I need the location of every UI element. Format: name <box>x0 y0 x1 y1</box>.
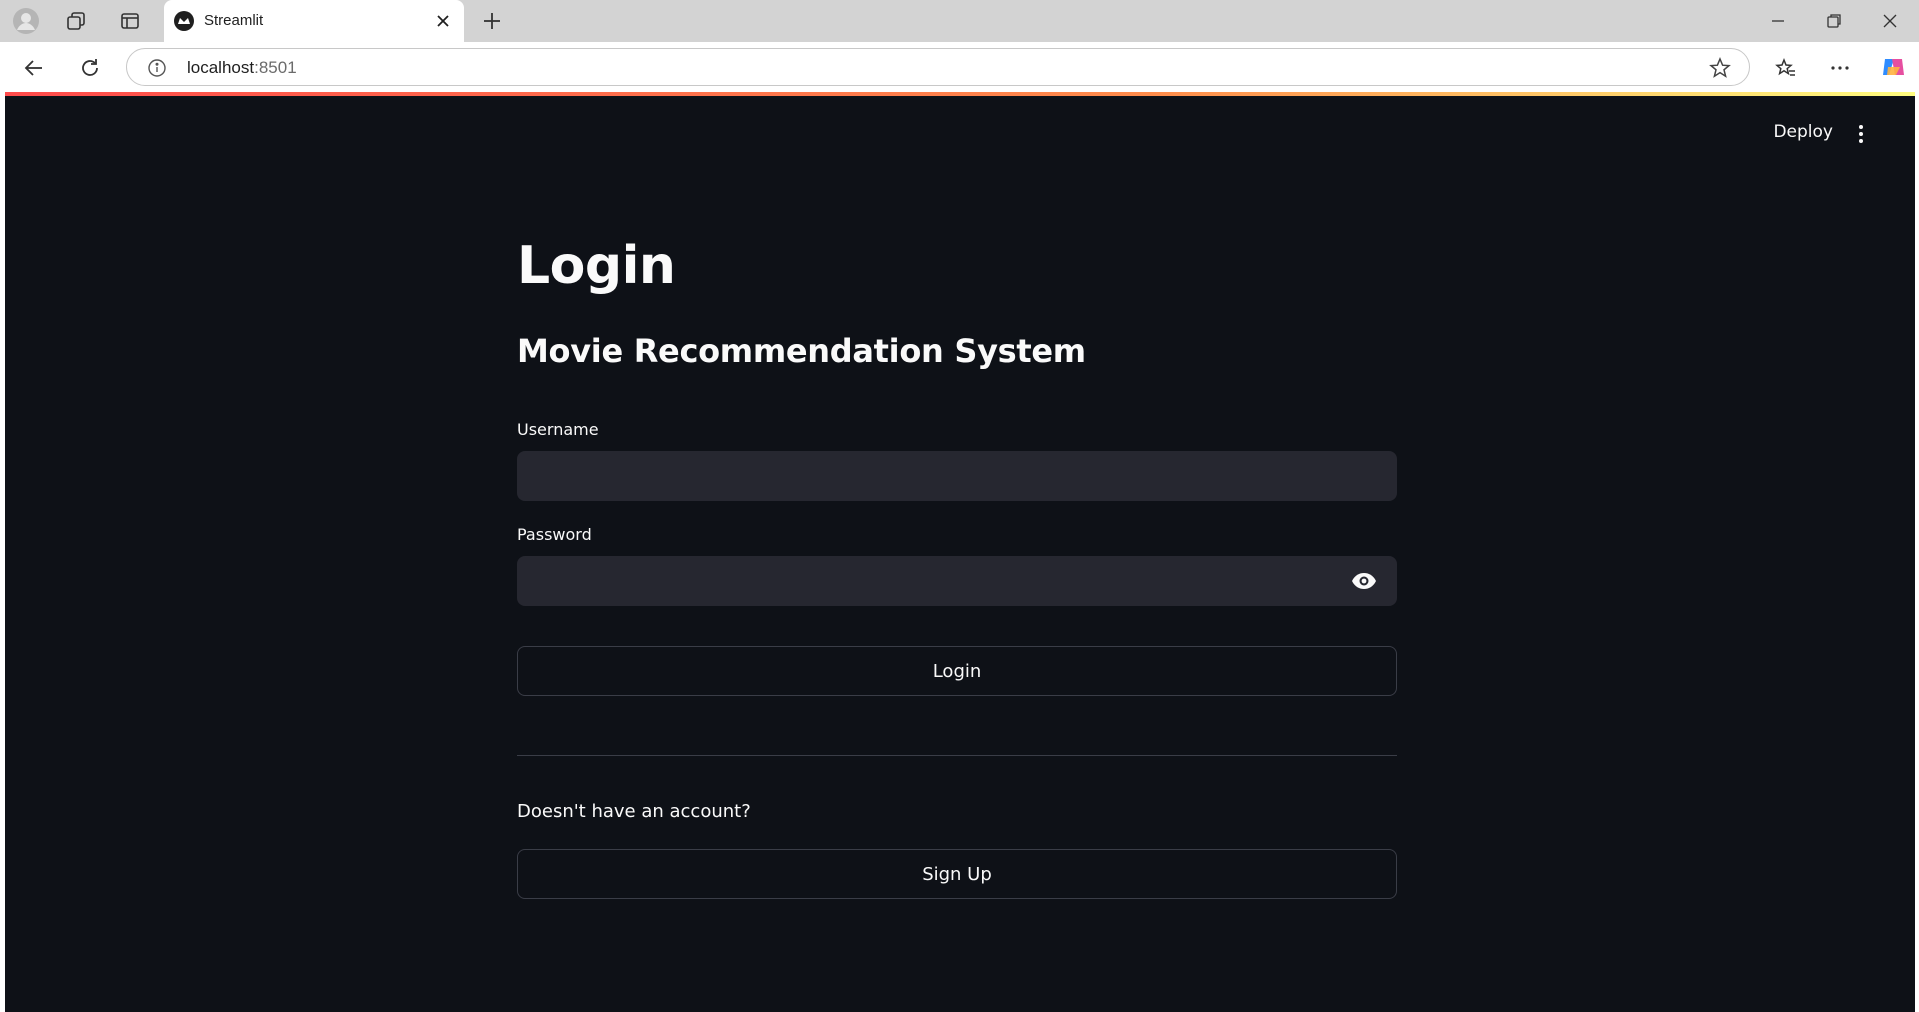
signup-button[interactable]: Sign Up <box>517 849 1397 899</box>
tab-title: Streamlit <box>204 12 264 29</box>
info-icon[interactable] <box>147 58 167 78</box>
minimize-icon[interactable] <box>1764 10 1792 32</box>
streamlit-app: Deploy Login Movie Recommendation System… <box>5 96 1915 1012</box>
close-icon[interactable] <box>434 12 452 30</box>
page-subtitle: Movie Recommendation System <box>517 332 1086 370</box>
active-tab[interactable]: Streamlit <box>164 0 464 42</box>
favorite-star-icon[interactable] <box>1709 57 1731 79</box>
new-tab-icon[interactable] <box>480 10 504 32</box>
url-text: localhost:8501 <box>187 58 297 78</box>
login-button[interactable]: Login <box>517 646 1397 696</box>
deploy-button[interactable]: Deploy <box>1773 122 1833 142</box>
tab-actions-icon[interactable] <box>118 10 142 32</box>
more-icon[interactable] <box>1826 54 1854 82</box>
browser-toolbar: localhost:8501 <box>0 42 1919 94</box>
url-port: :8501 <box>254 58 297 77</box>
window-close-icon[interactable] <box>1876 10 1904 32</box>
eye-icon[interactable] <box>1351 569 1377 593</box>
favorites-icon[interactable] <box>1772 54 1800 82</box>
url-host: localhost <box>187 58 255 77</box>
kebab-menu-icon[interactable] <box>1849 122 1873 146</box>
back-icon[interactable] <box>20 54 48 82</box>
address-bar[interactable]: localhost:8501 <box>126 48 1750 86</box>
copilot-icon[interactable] <box>1878 52 1908 82</box>
password-field <box>517 556 1397 606</box>
collections-icon[interactable] <box>64 10 88 32</box>
password-label: Password <box>517 525 592 544</box>
restore-icon[interactable] <box>1820 10 1848 32</box>
refresh-icon[interactable] <box>76 54 104 82</box>
streamlit-favicon <box>174 11 194 31</box>
profile-icon[interactable] <box>12 7 40 35</box>
divider <box>517 755 1397 756</box>
password-input[interactable] <box>517 556 1397 606</box>
page-title: Login <box>517 236 676 296</box>
browser-tab-bar: Streamlit <box>0 0 1919 42</box>
username-label: Username <box>517 420 599 439</box>
account-prompt: Doesn't have an account? <box>517 801 751 822</box>
username-input[interactable] <box>517 451 1397 501</box>
